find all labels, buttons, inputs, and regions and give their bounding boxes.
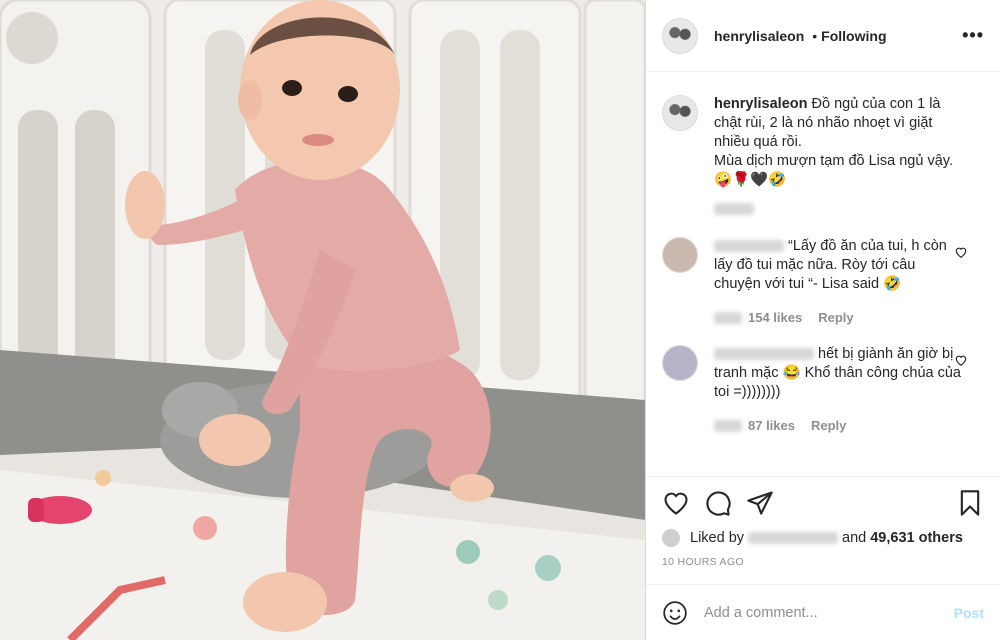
- baby-photo-illustration: [0, 0, 645, 640]
- commenter-avatar[interactable]: [662, 237, 698, 273]
- comment-likes[interactable]: 154 likes: [748, 308, 802, 327]
- comment-item: hết bị giành ăn giờ bị tranh mặc 😂 Khổ t…: [662, 345, 984, 435]
- author-avatar[interactable]: [662, 17, 698, 54]
- caption: henrylisaleon Đồ ngủ của con 1 là chật r…: [662, 95, 984, 219]
- post-timestamp[interactable]: 10 HOURS AGO: [662, 556, 984, 568]
- emoji-icon[interactable]: [662, 600, 688, 626]
- follow-separator: •: [812, 27, 818, 44]
- post-photo[interactable]: [0, 0, 645, 640]
- liker-username-blurred[interactable]: [748, 532, 839, 544]
- comment-body: hết bị giành ăn giờ bị tranh mặc 😂 Khổ t…: [714, 345, 964, 435]
- likes-connector: and: [842, 530, 867, 546]
- commenter-avatar[interactable]: [662, 345, 698, 381]
- comments-list[interactable]: henrylisaleon Đồ ngủ của con 1 là chật r…: [646, 73, 1000, 475]
- likes-summary: Liked by and 49,631 others: [662, 529, 984, 547]
- liked-by-label: Liked by: [690, 530, 745, 546]
- comment-like-heart-icon[interactable]: [954, 245, 968, 259]
- comment-likes[interactable]: 87 likes: [748, 416, 795, 435]
- action-icons: [662, 489, 984, 517]
- post-button[interactable]: Post: [954, 605, 984, 621]
- likes-others[interactable]: 49,631 others: [870, 530, 963, 546]
- comment-item: “Lấy đồ ăn của tui, h còn lấy đồ tui mặc…: [662, 237, 984, 327]
- post-side-panel: henrylisaleon • Following ••• henrylisal…: [645, 0, 1000, 640]
- share-icon[interactable]: [746, 489, 774, 517]
- comment-meta: 87 likes Reply: [714, 416, 964, 435]
- comment-time-blurred: [714, 311, 742, 324]
- commenter-username-blurred[interactable]: [714, 240, 784, 253]
- comment-meta: 154 likes Reply: [714, 308, 964, 327]
- caption-avatar[interactable]: [662, 95, 698, 131]
- comment-input[interactable]: [704, 604, 954, 621]
- add-comment-bar: Post: [646, 584, 1000, 640]
- caption-text-line2: Mùa dịch mượn tạm đồ Lisa ngủ vậy.🤪🌹🖤🤣: [714, 153, 953, 188]
- bookmark-icon[interactable]: [956, 489, 984, 517]
- caption-body: henrylisaleon Đồ ngủ của con 1 là chật r…: [714, 95, 964, 219]
- comment-body: “Lấy đồ ăn của tui, h còn lấy đồ tui mặc…: [714, 237, 964, 327]
- post-actions: Liked by and 49,631 others 10 HOURS AGO: [646, 476, 1000, 568]
- liker-avatar[interactable]: [662, 529, 680, 547]
- comment-icon[interactable]: [704, 489, 732, 517]
- caption-username[interactable]: henrylisaleon: [714, 96, 807, 112]
- reply-button[interactable]: Reply: [818, 308, 853, 327]
- post-header: henrylisaleon • Following •••: [646, 0, 1000, 72]
- comment-like-heart-icon[interactable]: [954, 353, 968, 367]
- more-icon[interactable]: •••: [962, 25, 984, 46]
- author-username[interactable]: henrylisaleon: [714, 28, 804, 44]
- reply-button[interactable]: Reply: [811, 416, 846, 435]
- commenter-username-blurred[interactable]: [714, 348, 814, 361]
- comment-time-blurred: [714, 419, 742, 432]
- following-button[interactable]: Following: [821, 28, 886, 44]
- caption-timestamp-blurred: [714, 203, 754, 216]
- heart-icon[interactable]: [662, 489, 690, 517]
